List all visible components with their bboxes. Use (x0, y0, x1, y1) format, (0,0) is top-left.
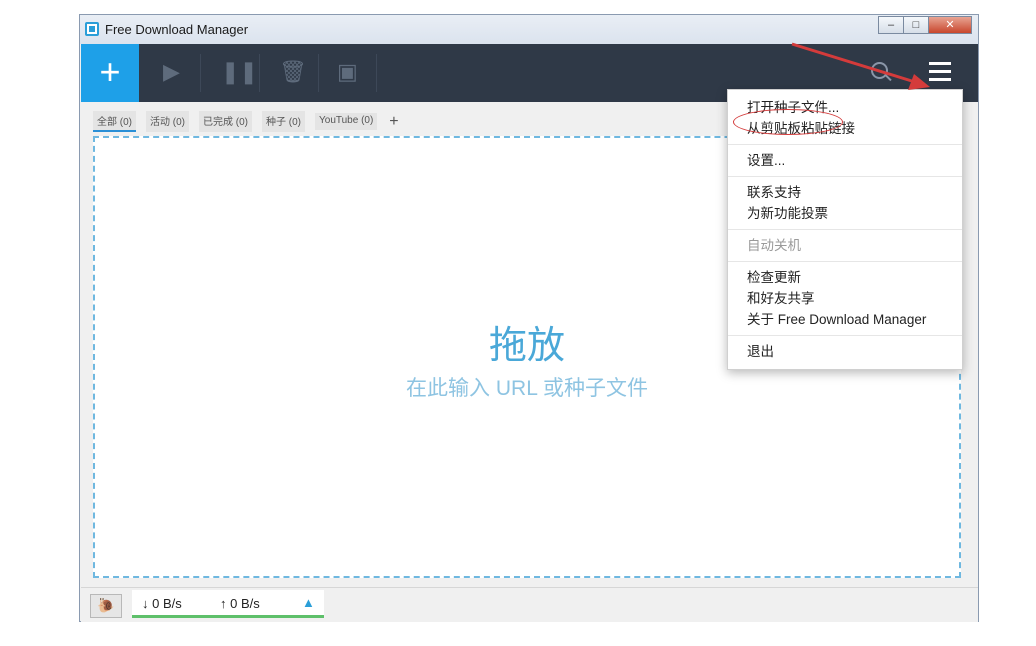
speed-panel[interactable]: ↓ 0 B/s ↑ 0 B/s ▲ (132, 590, 324, 618)
snail-icon[interactable]: 🐌 (90, 594, 122, 618)
menu-group: 自动关机 (728, 230, 962, 262)
toolbar-divider (318, 54, 319, 92)
menu-contact-support[interactable]: 联系支持 (728, 182, 962, 203)
status-bar: 🐌 ↓ 0 B/s ↑ 0 B/s ▲ (81, 587, 978, 622)
toolbar-divider (259, 54, 260, 92)
toolbar-divider (376, 54, 377, 92)
minimize-button[interactable]: ‒ (878, 16, 904, 34)
menu-group: 打开种子文件... 从剪贴板粘贴链接 (728, 92, 962, 145)
tab-active[interactable]: 活动 (0) (146, 111, 189, 132)
play-icon[interactable]: ▶ (163, 59, 180, 85)
upload-speed: ↑ 0 B/s (220, 596, 260, 611)
download-speed: ↓ 0 B/s (142, 596, 182, 611)
chevron-up-icon[interactable]: ▲ (302, 595, 315, 610)
add-download-button[interactable]: + (81, 44, 139, 102)
add-tab-button[interactable]: + (389, 113, 398, 129)
tab-completed[interactable]: 已完成 (0) (199, 111, 252, 132)
app-icon (85, 22, 99, 36)
menu-settings[interactable]: 设置... (728, 150, 962, 171)
menu-vote-feature[interactable]: 为新功能投票 (728, 203, 962, 224)
close-button[interactable]: ✕ (928, 16, 972, 34)
pause-icon[interactable]: ❚❚ (221, 59, 258, 85)
window-controls: ‒ □ ✕ (878, 16, 972, 34)
drop-zone-hint: 在此输入 URL 或种子文件 (406, 377, 648, 400)
menu-group: 退出 (728, 336, 962, 367)
menu-exit[interactable]: 退出 (728, 341, 962, 362)
menu-auto-shutdown: 自动关机 (747, 238, 801, 253)
menu-group: 设置... (728, 145, 962, 177)
menu-group: 联系支持 为新功能投票 (728, 177, 962, 230)
window-title: Free Download Manager (105, 22, 249, 37)
menu-check-updates[interactable]: 检查更新 (728, 267, 962, 288)
menu-paste-link[interactable]: 从剪贴板粘贴链接 (728, 118, 962, 139)
search-icon[interactable] (871, 62, 888, 79)
move-icon[interactable]: ▣ (337, 59, 358, 85)
toolbar-divider (200, 54, 201, 92)
menu-share-friends[interactable]: 和好友共享 (728, 288, 962, 309)
tab-all[interactable]: 全部 (0) (93, 111, 136, 132)
trash-icon[interactable]: 🗑 (279, 59, 307, 85)
maximize-button[interactable]: □ (903, 16, 929, 34)
menu-group: 检查更新 和好友共享 关于 Free Download Manager (728, 262, 962, 336)
menu-open-torrent[interactable]: 打开种子文件... (728, 97, 962, 118)
title-bar: Free Download Manager ‒ □ ✕ (80, 15, 978, 44)
filter-tabs: 全部 (0) 活动 (0) 已完成 (0) 种子 (0) YouTube (0)… (93, 111, 399, 132)
hamburger-menu-icon[interactable] (929, 62, 951, 86)
tab-youtube[interactable]: YouTube (0) (315, 113, 378, 130)
tab-torrents[interactable]: 种子 (0) (262, 111, 305, 132)
menu-about[interactable]: 关于 Free Download Manager (728, 309, 962, 330)
main-menu-dropdown: 打开种子文件... 从剪贴板粘贴链接 设置... 联系支持 为新功能投票 自动关机 检查更新… (727, 89, 963, 370)
